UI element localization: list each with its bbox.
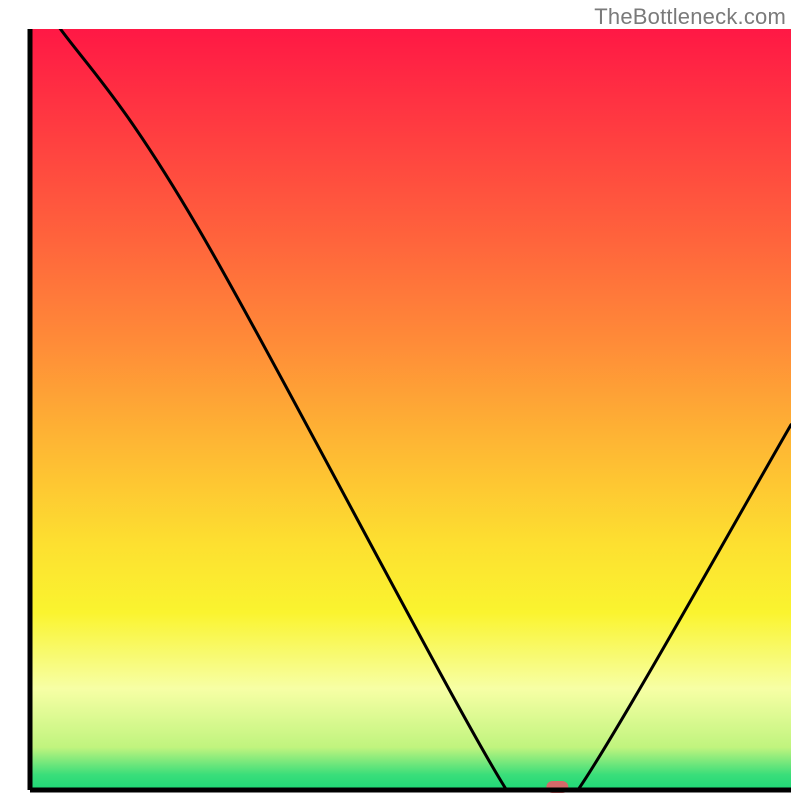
watermark-text: TheBottleneck.com <box>594 4 786 30</box>
bottleneck-chart <box>0 0 800 800</box>
chart-container: TheBottleneck.com <box>0 0 800 800</box>
